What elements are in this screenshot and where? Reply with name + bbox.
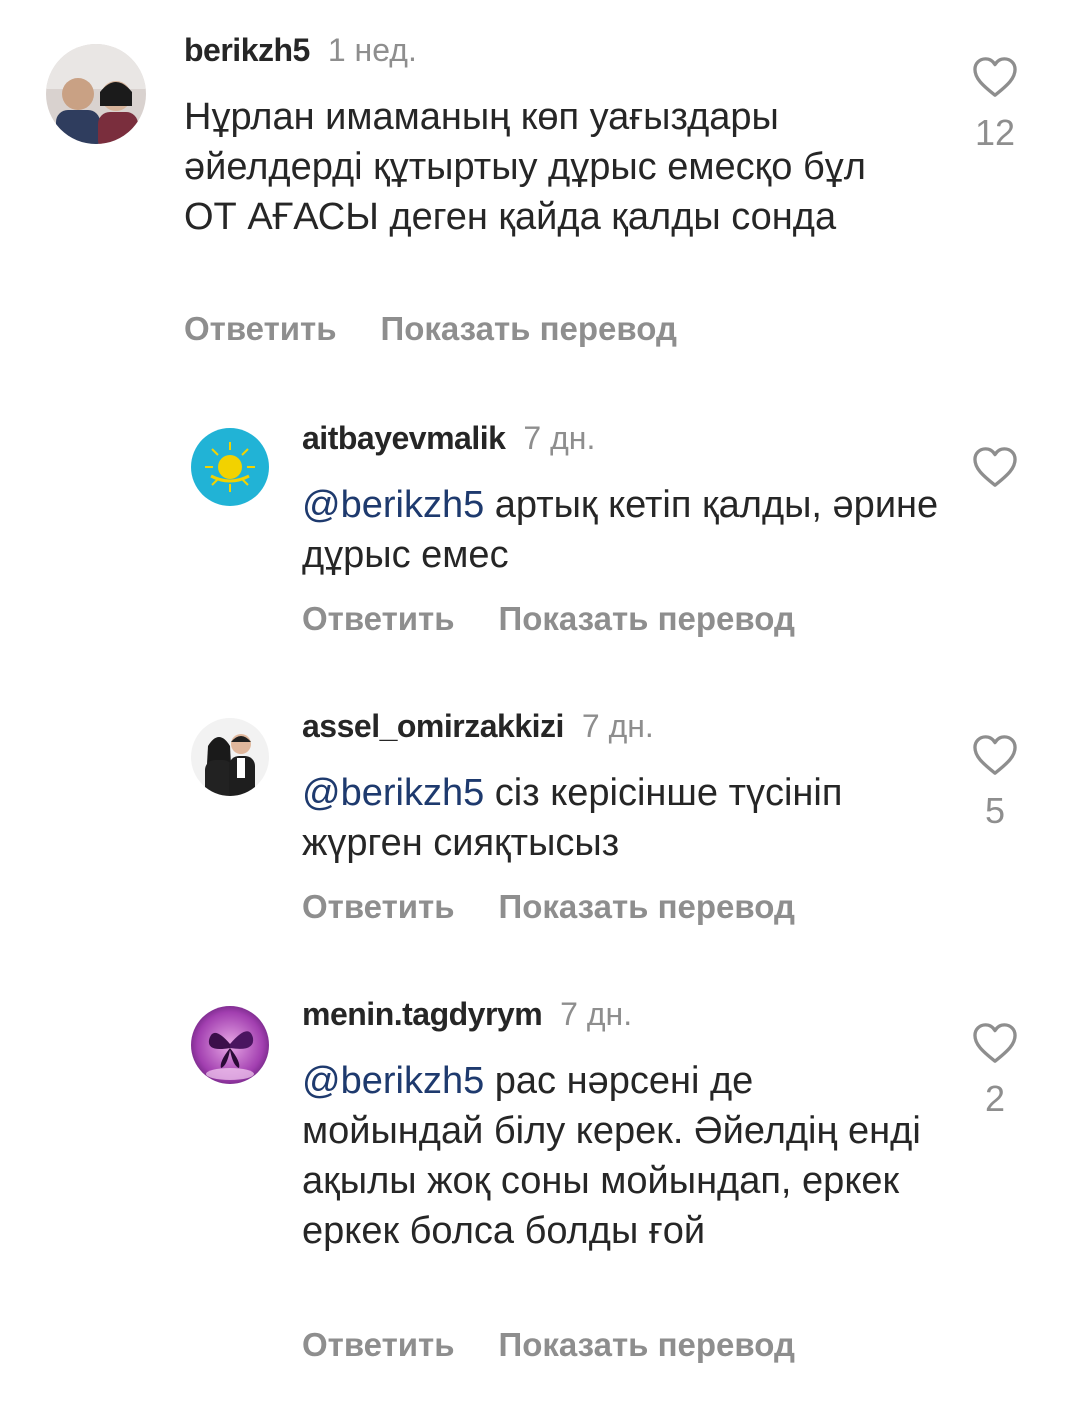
reply-button[interactable]: Ответить — [302, 888, 455, 925]
comment-time: 1 нед. — [327, 32, 417, 68]
heart-outline-icon[interactable] — [972, 56, 1018, 98]
heart-outline-icon[interactable] — [972, 1022, 1018, 1064]
reply-button[interactable]: Ответить — [302, 600, 455, 637]
avatar[interactable] — [191, 1006, 269, 1084]
like-count: 5 — [984, 790, 1006, 831]
comment-username[interactable]: berikzh5 — [184, 32, 310, 68]
show-translation-button[interactable]: Показать перевод — [499, 1326, 795, 1363]
comment-username[interactable]: assel_omirzakkizi — [302, 708, 564, 744]
butterfly-avatar-icon — [191, 1006, 269, 1084]
avatar-photo-icon — [46, 44, 146, 144]
like-control: 5 — [968, 734, 1022, 832]
couple-photo-avatar-icon — [191, 718, 269, 796]
kazakhstan-flag-avatar-icon — [191, 428, 269, 506]
comment-text-content: Нұрлан имаманың көп уағыздары әйелдерді … — [184, 96, 866, 238]
comment-text: Нұрлан имаманың көп уағыздары әйелдерді … — [184, 92, 924, 242]
heart-outline-icon[interactable] — [972, 734, 1018, 776]
comment-time: 7 дн. — [581, 708, 654, 744]
reply-button[interactable]: Ответить — [302, 1326, 455, 1363]
show-translation-button[interactable]: Показать перевод — [381, 310, 677, 347]
comment-username[interactable]: aitbayevmalik — [302, 420, 506, 456]
avatar[interactable] — [191, 718, 269, 796]
show-translation-button[interactable]: Показать перевод — [499, 888, 795, 925]
mention-link[interactable]: @berikzh5 — [302, 484, 484, 526]
like-control: 2 — [968, 1022, 1022, 1120]
like-count: 2 — [984, 1078, 1006, 1119]
comment-username[interactable]: menin.tagdyrym — [302, 996, 543, 1032]
comment-text: @berikzh5 артық кетіп қалды, әрине дұрыс… — [302, 480, 942, 580]
comment-time: 7 дн. — [560, 996, 633, 1032]
comment-time: 7 дн. — [523, 420, 596, 456]
like-count: 12 — [974, 112, 1016, 153]
avatar[interactable] — [46, 44, 146, 144]
like-control: 12 — [968, 56, 1022, 154]
like-control — [968, 446, 1022, 488]
heart-outline-icon[interactable] — [972, 446, 1018, 488]
mention-link[interactable]: @berikzh5 — [302, 1060, 484, 1102]
comment-text: @berikzh5 рас нәрсені де мойындай білу к… — [302, 1056, 942, 1256]
reply-button[interactable]: Ответить — [184, 310, 337, 347]
comment-text: @berikzh5 сіз керісінше түсініп жүрген с… — [302, 768, 942, 868]
show-translation-button[interactable]: Показать перевод — [499, 600, 795, 637]
avatar[interactable] — [191, 428, 269, 506]
mention-link[interactable]: @berikzh5 — [302, 772, 484, 814]
